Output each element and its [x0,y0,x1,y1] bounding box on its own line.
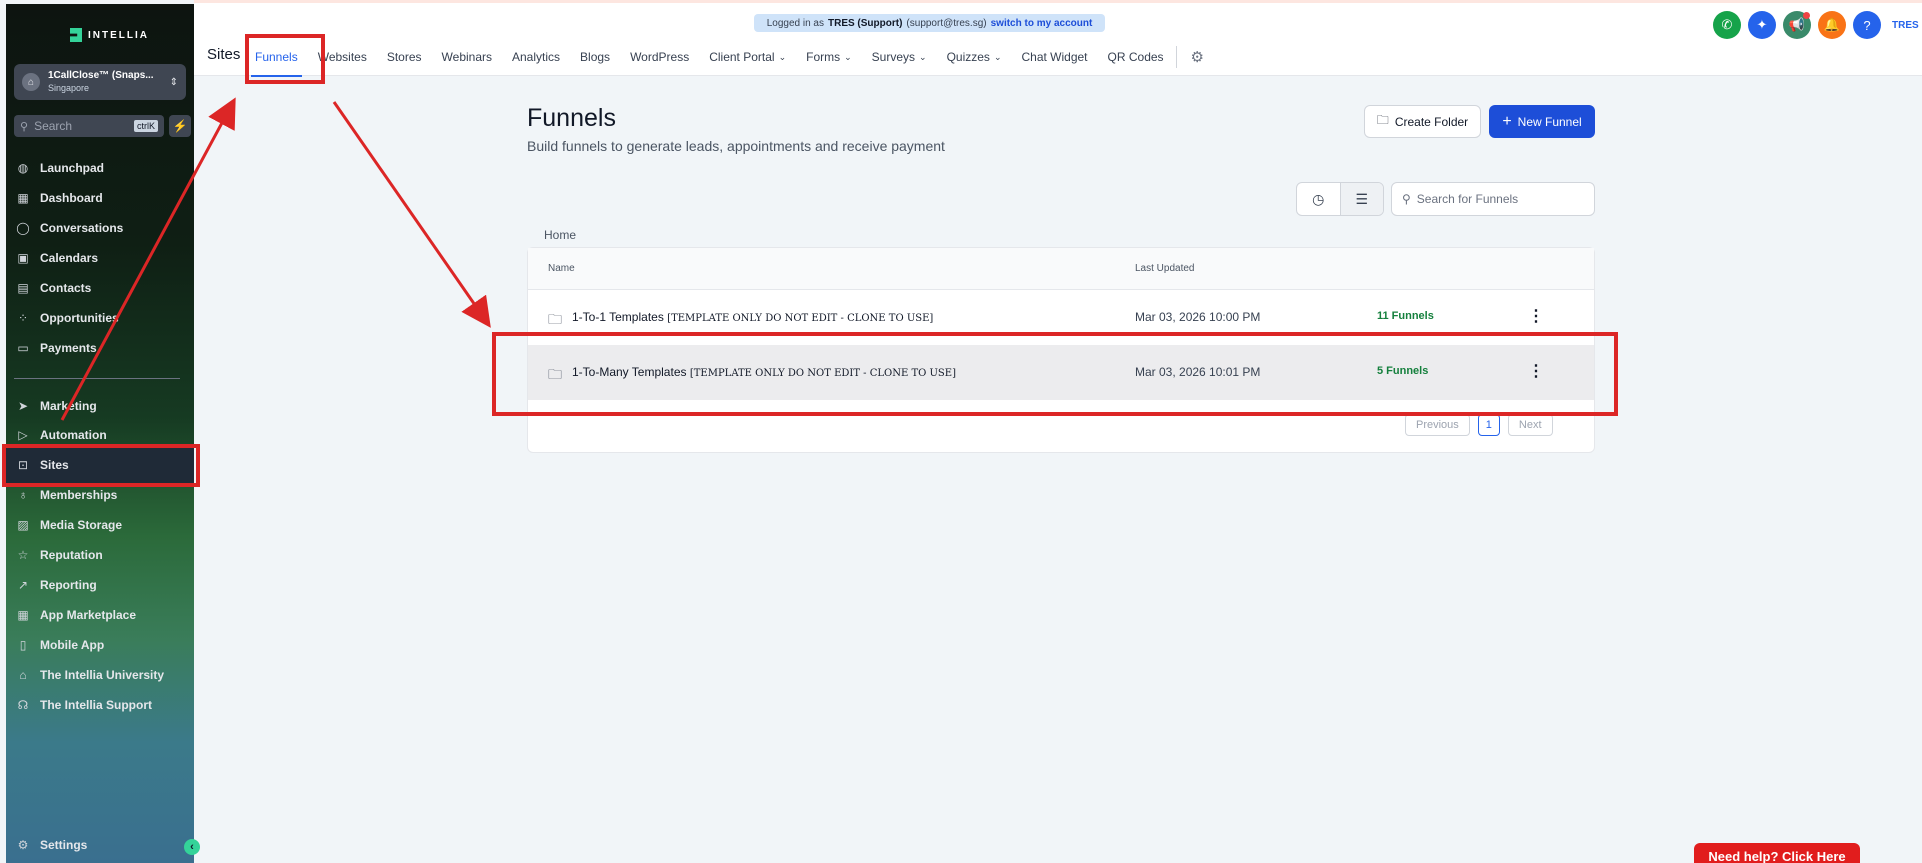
annotation-arrow [332,101,491,328]
annotation-arrow [60,97,236,421]
annotation-arrows [60,97,491,421]
